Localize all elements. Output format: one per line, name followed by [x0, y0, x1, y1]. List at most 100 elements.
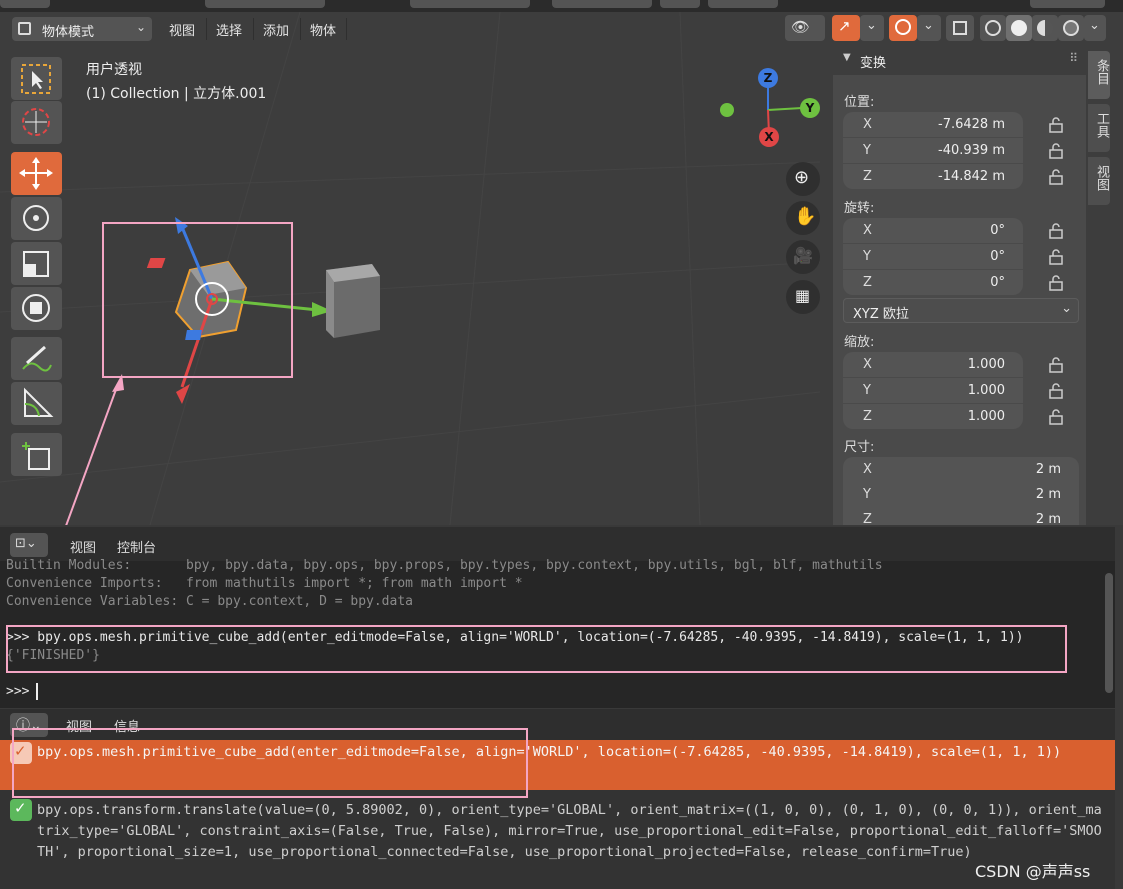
location-x-field[interactable]: X -7.6428 m — [843, 112, 1023, 137]
material-sphere-icon — [1037, 20, 1053, 36]
shading-material-button[interactable] — [1032, 15, 1058, 41]
lock-icon[interactable] — [1047, 274, 1065, 292]
navigation-gizmo[interactable] — [720, 84, 803, 135]
lock-icon[interactable] — [1047, 248, 1065, 266]
lock-icon[interactable] — [1047, 142, 1065, 160]
console-menu-view[interactable]: 视图 — [70, 537, 96, 556]
scale-label: 缩放: — [844, 335, 875, 350]
overlay-toggle-button[interactable] — [889, 15, 917, 41]
mode-select[interactable]: 物体模式 ⌄ — [12, 17, 152, 41]
lock-icon[interactable] — [1047, 168, 1065, 186]
menu-object[interactable]: 物体 — [310, 20, 336, 39]
tool-transform[interactable] — [11, 287, 62, 330]
axis-label: Z — [863, 409, 872, 424]
dimensions-label: 尺寸: — [844, 440, 875, 455]
dimensions-y-field[interactable]: Y 2 m — [843, 482, 1079, 507]
shading-solid-button[interactable] — [1006, 15, 1032, 41]
overlay-dropdown[interactable]: ⌄ — [917, 15, 941, 41]
rotation-label: 旋转: — [844, 201, 875, 216]
field-value: 2 m — [1035, 512, 1061, 525]
gizmo-x-bubble[interactable]: X — [759, 127, 779, 147]
strip-chip[interactable] — [552, 0, 652, 8]
drag-handle-icon[interactable]: ⠿ — [1069, 51, 1078, 65]
transform-panel-header[interactable]: ▼ 变换 ⠿ — [833, 45, 1086, 75]
strip-chip[interactable] — [1030, 0, 1105, 8]
lock-icon[interactable] — [1047, 408, 1065, 426]
tool-move[interactable] — [11, 152, 62, 195]
menu-view[interactable]: 视图 — [169, 20, 195, 39]
info-report-text[interactable]: bpy.ops.transform.translate(value=(0, 5.… — [37, 800, 1107, 863]
field-value: -40.939 m — [938, 143, 1005, 158]
tool-cursor[interactable] — [11, 101, 62, 144]
shading-rendered-button[interactable] — [1058, 15, 1084, 41]
rotation-x-field[interactable]: X 0° — [843, 218, 1023, 243]
chevron-down-icon: ⌄ — [1089, 18, 1100, 33]
tab-tool[interactable]: 工具 — [1088, 104, 1110, 152]
rotation-mode-select[interactable]: XYZ 欧拉 ⌄ — [843, 298, 1079, 323]
axis-label: X — [863, 462, 872, 477]
camera-view-button[interactable]: 🎥 — [786, 240, 820, 274]
rotation-y-field[interactable]: Y 0° — [843, 244, 1023, 269]
dimensions-x-field[interactable]: X 2 m — [843, 457, 1079, 482]
tool-add-cube[interactable] — [11, 433, 62, 476]
rotation-z-field[interactable]: Z 0° — [843, 270, 1023, 295]
field-value: 1.000 — [967, 409, 1005, 424]
tab-view[interactable]: 视图 — [1088, 157, 1110, 205]
gizmo-dropdown[interactable]: ⌄ — [860, 15, 884, 41]
gizmo-z-bubble[interactable]: Z — [758, 68, 778, 88]
strip-chip[interactable] — [660, 0, 700, 8]
chevron-down-icon: ⌄ — [1061, 301, 1072, 316]
view-name: 用户透视 — [86, 62, 142, 78]
console-scrollbar[interactable] — [1105, 573, 1113, 693]
gizmo-toggle-button[interactable]: ↗ — [832, 15, 860, 41]
console-menu-console[interactable]: 控制台 — [117, 537, 156, 556]
scale-z-field[interactable]: Z 1.000 — [843, 404, 1023, 429]
visibility-button[interactable]: 👁 — [785, 15, 825, 41]
strip-chip[interactable] — [410, 0, 530, 8]
text-cursor — [36, 683, 38, 700]
tab-item[interactable]: 条目 — [1088, 51, 1110, 99]
pan-button[interactable]: ✋ — [786, 201, 820, 235]
dimensions-z-field[interactable]: Z 2 m — [843, 507, 1079, 525]
cube-object[interactable] — [326, 264, 380, 338]
rotation-mode-label: XYZ 欧拉 — [853, 307, 909, 322]
watermark-text: CSDN @声声ss — [975, 862, 1091, 881]
shading-wireframe-button[interactable] — [980, 15, 1006, 41]
shading-dropdown[interactable]: ⌄ — [1084, 15, 1106, 41]
axis-label: X — [863, 357, 872, 372]
strip-chip[interactable] — [708, 0, 778, 8]
zoom-button[interactable]: ⊕ — [786, 162, 820, 196]
lock-icon[interactable] — [1047, 382, 1065, 400]
tab-tool-label: 工具 — [1094, 112, 1109, 138]
camera-icon: 🎥 — [793, 246, 813, 265]
gizmo-y-bubble[interactable]: Y — [800, 98, 820, 118]
console-prompt[interactable]: >>> — [6, 684, 37, 699]
tool-measure[interactable] — [11, 382, 62, 425]
tool-annotate[interactable] — [11, 337, 62, 380]
strip-chip[interactable] — [0, 0, 50, 8]
perspective-toggle-button[interactable]: ▦ — [786, 280, 820, 314]
gizmo-z-label: Z — [763, 71, 773, 85]
chevron-down-icon: ⌄ — [866, 18, 877, 33]
strip-chip[interactable] — [205, 0, 325, 8]
menu-add[interactable]: 添加 — [263, 20, 289, 39]
object-mode-icon — [18, 22, 31, 35]
location-z-field[interactable]: Z -14.842 m — [843, 164, 1023, 189]
location-y-field[interactable]: Y -40.939 m — [843, 138, 1023, 163]
active-collection-object: (1) Collection | 立方体.001 — [86, 86, 267, 102]
xray-toggle-button[interactable] — [946, 15, 974, 41]
field-value: 0° — [990, 223, 1005, 238]
scale-x-field[interactable]: X 1.000 — [843, 352, 1023, 377]
tool-scale[interactable] — [11, 242, 62, 285]
lock-icon[interactable] — [1047, 116, 1065, 134]
menu-select[interactable]: 选择 — [216, 20, 242, 39]
tab-view-label: 视图 — [1094, 165, 1109, 191]
lock-icon[interactable] — [1047, 356, 1065, 374]
tool-select-box[interactable] — [11, 57, 62, 100]
tool-rotate[interactable] — [11, 197, 62, 240]
annotation-box-console — [6, 625, 1067, 673]
scale-y-field[interactable]: Y 1.000 — [843, 378, 1023, 403]
chevron-down-icon: ⌄ — [135, 20, 146, 34]
lock-icon[interactable] — [1047, 222, 1065, 240]
editor-type-button[interactable]: ⊡⌄ — [10, 533, 48, 557]
